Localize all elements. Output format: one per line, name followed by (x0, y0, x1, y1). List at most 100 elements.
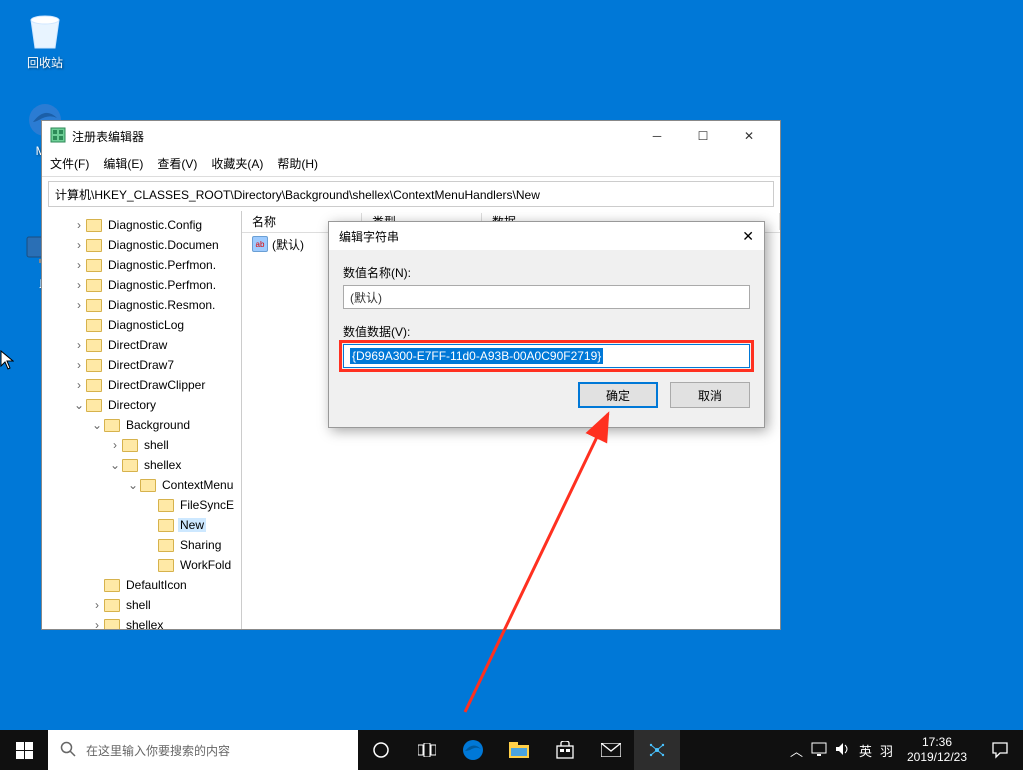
tree-node[interactable]: ›Diagnostic.Config (42, 215, 241, 235)
clock-date: 2019/12/23 (897, 750, 977, 765)
tree-node[interactable]: › Diagnostic.Perfmon. (42, 275, 241, 295)
tree-node[interactable]: ›DirectDrawClipper (42, 375, 241, 395)
mouse-cursor (0, 350, 14, 375)
recycle-bin-icon (25, 10, 65, 50)
tree-chevron-down-icon[interactable]: ⌄ (72, 398, 86, 412)
tree-node[interactable]: ›shell (42, 435, 241, 455)
folder-icon (158, 519, 174, 532)
taskbar-mail-icon[interactable] (588, 730, 634, 770)
dialog-close-button[interactable]: ✕ (742, 228, 754, 245)
tree-chevron-right-icon[interactable]: › (72, 338, 86, 352)
folder-icon (104, 599, 120, 612)
tree-chevron-down-icon[interactable]: ⌄ (90, 418, 104, 432)
address-bar[interactable]: 计算机\HKEY_CLASSES_ROOT\Directory\Backgrou… (48, 181, 774, 207)
maximize-button[interactable]: ☐ (680, 121, 726, 151)
value-data-input[interactable]: {D969A300-E7FF-11d0-A93B-00A0C90F2719} (343, 344, 750, 368)
folder-icon (86, 279, 102, 292)
close-button[interactable]: ✕ (726, 121, 772, 151)
tray-ime-badge[interactable]: 英 (859, 741, 872, 760)
tree-node[interactable]: ⌄Background (42, 415, 241, 435)
tree-chevron-right-icon[interactable]: › (72, 358, 86, 372)
menu-favorites[interactable]: 收藏夹(A) (211, 155, 263, 172)
menu-help[interactable]: 帮助(H) (277, 155, 318, 172)
tree-node[interactable]: ›DirectDraw (42, 335, 241, 355)
folder-icon (86, 339, 102, 352)
tree-chevron-right-icon[interactable]: › (72, 238, 86, 252)
regedit-menubar: 文件(F) 编辑(E) 查看(V) 收藏夹(A) 帮助(H) (42, 151, 780, 177)
taskbar: 在这里输入你要搜索的内容 ︿ 英 羽 17:36 2019/12/23 (0, 730, 1023, 770)
folder-icon (104, 419, 120, 432)
tree-chevron-down-icon[interactable]: ⌄ (126, 478, 140, 492)
tree-node[interactable]: › Diagnostic.Perfmon. (42, 255, 241, 275)
start-button[interactable] (0, 730, 48, 770)
tree-node-label: DefaultIcon (124, 578, 189, 592)
regedit-titlebar[interactable]: 注册表编辑器 ─ ☐ ✕ (42, 121, 780, 151)
tree-chevron-right-icon[interactable]: › (72, 278, 86, 292)
taskbar-clock[interactable]: 17:36 2019/12/23 (897, 735, 977, 765)
tree-chevron-right-icon[interactable]: › (90, 618, 104, 629)
cancel-button[interactable]: 取消 (670, 382, 750, 408)
taskbar-app-icon[interactable] (634, 730, 680, 770)
tree-node-label: New (178, 518, 206, 532)
tree-node[interactable]: DefaultIcon (42, 575, 241, 595)
menu-file[interactable]: 文件(F) (50, 155, 89, 172)
tree-node[interactable]: ›shell (42, 595, 241, 615)
tray-network-icon[interactable] (811, 742, 827, 759)
taskbar-edge-icon[interactable] (450, 730, 496, 770)
taskbar-store-icon[interactable] (542, 730, 588, 770)
tree-chevron-right-icon[interactable]: › (72, 298, 86, 312)
folder-icon (122, 439, 138, 452)
tree-node-label: FileSyncE (178, 498, 236, 512)
value-name-input[interactable] (343, 285, 750, 309)
edit-string-dialog: 编辑字符串 ✕ 数值名称(N): 数值数据(V): {D969A300-E7FF… (328, 221, 765, 428)
tree-node-label: Diagnostic.Perfmon. (106, 258, 218, 272)
tree-node[interactable]: ⌄ Directory (42, 395, 241, 415)
search-box[interactable]: 在这里输入你要搜索的内容 (48, 730, 358, 770)
tree-node-label: Sharing (178, 538, 223, 552)
tree-node[interactable]: WorkFold (42, 555, 241, 575)
menu-view[interactable]: 查看(V) (157, 155, 197, 172)
folder-icon (86, 399, 102, 412)
tree-node[interactable]: ⌄shellex (42, 455, 241, 475)
cortana-icon[interactable] (358, 730, 404, 770)
tree-node[interactable]: Sharing (42, 535, 241, 555)
tree-chevron-right-icon[interactable]: › (72, 258, 86, 272)
tree-node[interactable]: New (42, 515, 241, 535)
tray-volume-icon[interactable] (835, 742, 851, 759)
action-center-icon[interactable] (977, 730, 1023, 770)
tree-node[interactable]: ›DirectDraw7 (42, 355, 241, 375)
tree-node-label: shellex (124, 618, 165, 629)
tray-ime2-badge[interactable]: 羽 (880, 741, 893, 760)
tree-node[interactable]: › Diagnostic.Documen (42, 235, 241, 255)
value-data-text: {D969A300-E7FF-11d0-A93B-00A0C90F2719} (350, 348, 603, 364)
tree-pane[interactable]: ›Diagnostic.Config›Diagnostic.Documen›Di… (42, 211, 242, 629)
tree-node[interactable]: ›Diagnostic.Resmon. (42, 295, 241, 315)
tree-node-label: Directory (106, 398, 158, 412)
folder-icon (140, 479, 156, 492)
taskbar-explorer-icon[interactable] (496, 730, 542, 770)
tree-node-label: Diagnostic.Perfmon. (106, 278, 218, 292)
tree-node[interactable]: › shellex (42, 615, 241, 629)
tree-node[interactable]: FileSyncE (42, 495, 241, 515)
minimize-button[interactable]: ─ (634, 121, 680, 151)
task-view-icon[interactable] (404, 730, 450, 770)
tree-node-label: ContextMenu (160, 478, 235, 492)
tree-chevron-down-icon[interactable]: ⌄ (108, 458, 122, 472)
regedit-icon (50, 127, 66, 146)
tree-chevron-right-icon[interactable]: › (72, 378, 86, 392)
tree-chevron-right-icon[interactable]: › (90, 598, 104, 612)
value-name-label: 数值名称(N): (343, 264, 750, 281)
desktop-icon-recycle-bin[interactable]: 回收站 (10, 10, 80, 71)
tree-node[interactable]: ⌄ ContextMenu (42, 475, 241, 495)
tray-chevron-up-icon[interactable]: ︿ (790, 741, 803, 760)
folder-icon (86, 239, 102, 252)
tree-node[interactable]: DiagnosticLog (42, 315, 241, 335)
folder-icon (158, 559, 174, 572)
folder-icon (122, 459, 138, 472)
ok-button[interactable]: 确定 (578, 382, 658, 408)
menu-edit[interactable]: 编辑(E) (103, 155, 143, 172)
regedit-title: 注册表编辑器 (72, 128, 634, 145)
tree-chevron-right-icon[interactable]: › (72, 218, 86, 232)
tree-chevron-right-icon[interactable]: › (108, 438, 122, 452)
tree-node-label: Diagnostic.Documen (106, 238, 221, 252)
